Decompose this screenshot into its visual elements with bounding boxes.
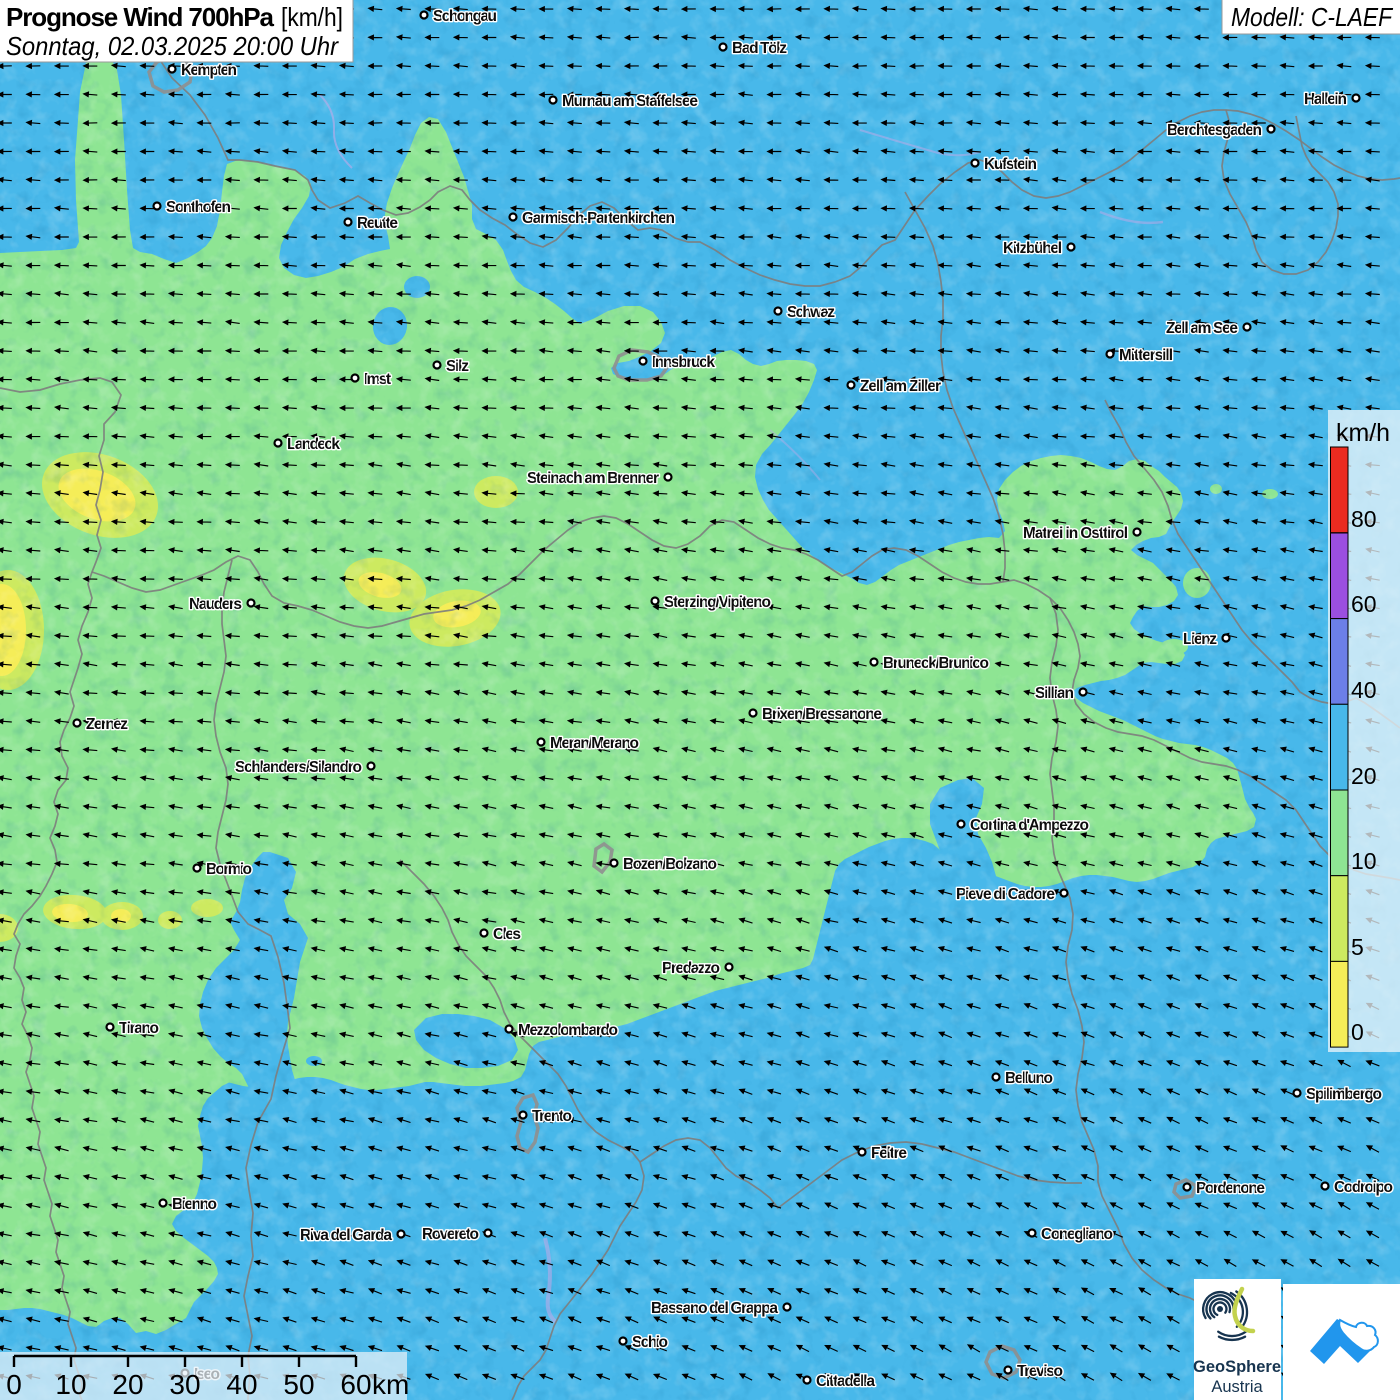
svg-text:km: km bbox=[372, 1369, 409, 1400]
svg-text:Schlanders/Silandro: Schlanders/Silandro bbox=[235, 759, 362, 776]
svg-text:[km/h]: [km/h] bbox=[281, 2, 343, 32]
svg-text:Cortina d'Ampezzo: Cortina d'Ampezzo bbox=[970, 817, 1089, 834]
svg-text:Prognose Wind 700hPa: Prognose Wind 700hPa bbox=[6, 2, 275, 32]
svg-text:Bassano del Grappa: Bassano del Grappa bbox=[651, 1300, 778, 1317]
svg-text:Murnau am Staffelsee: Murnau am Staffelsee bbox=[562, 93, 698, 110]
svg-text:Landeck: Landeck bbox=[287, 436, 340, 453]
svg-text:Reutte: Reutte bbox=[357, 215, 398, 232]
svg-text:30: 30 bbox=[169, 1369, 200, 1400]
svg-text:60: 60 bbox=[340, 1369, 371, 1400]
svg-text:Kitzbühel: Kitzbühel bbox=[1003, 240, 1062, 257]
svg-text:40: 40 bbox=[1351, 677, 1377, 703]
svg-text:10: 10 bbox=[1351, 848, 1377, 874]
svg-text:Bad Tölz: Bad Tölz bbox=[732, 40, 787, 57]
svg-text:Bruneck/Brunico: Bruneck/Brunico bbox=[883, 655, 989, 672]
svg-text:Garmisch-Partenkirchen: Garmisch-Partenkirchen bbox=[522, 210, 675, 227]
svg-text:km/h: km/h bbox=[1336, 419, 1390, 447]
svg-text:Silz: Silz bbox=[446, 358, 469, 375]
svg-text:Mittersill: Mittersill bbox=[1119, 347, 1173, 364]
svg-text:Spilimbergo: Spilimbergo bbox=[1306, 1086, 1382, 1103]
svg-text:Predazzo: Predazzo bbox=[662, 960, 720, 977]
svg-text:Cittadella: Cittadella bbox=[816, 1373, 875, 1390]
svg-text:0: 0 bbox=[1351, 1019, 1364, 1045]
svg-text:Bienno: Bienno bbox=[172, 1196, 217, 1213]
svg-text:Cles: Cles bbox=[493, 926, 521, 943]
svg-text:Rovereto: Rovereto bbox=[422, 1226, 479, 1243]
svg-text:Zernez: Zernez bbox=[86, 716, 128, 733]
svg-text:Sterzing/Vipiteno: Sterzing/Vipiteno bbox=[664, 594, 771, 611]
svg-text:Codroipo: Codroipo bbox=[1334, 1179, 1393, 1196]
svg-text:Schwaz: Schwaz bbox=[787, 304, 835, 321]
svg-text:Treviso: Treviso bbox=[1017, 1363, 1063, 1380]
svg-text:Kempten: Kempten bbox=[181, 62, 237, 79]
svg-text:Steinach am Brenner: Steinach am Brenner bbox=[527, 470, 659, 487]
svg-text:Meran/Merano: Meran/Merano bbox=[550, 735, 639, 752]
svg-text:Bozen/Bolzano: Bozen/Bolzano bbox=[623, 856, 717, 873]
svg-text:Feltre: Feltre bbox=[871, 1145, 907, 1162]
svg-text:Brixen/Bressanone: Brixen/Bressanone bbox=[762, 706, 882, 723]
svg-text:Lienz: Lienz bbox=[1183, 631, 1217, 648]
svg-text:Innsbruck: Innsbruck bbox=[652, 354, 715, 371]
svg-text:Belluno: Belluno bbox=[1005, 1070, 1053, 1087]
svg-text:80: 80 bbox=[1351, 506, 1377, 532]
svg-text:Zell am See: Zell am See bbox=[1166, 320, 1238, 337]
svg-text:Hallein: Hallein bbox=[1304, 91, 1347, 108]
svg-text:Schio: Schio bbox=[632, 1334, 668, 1351]
svg-text:Sonntag, 02.03.2025 20:00 Uhr: Sonntag, 02.03.2025 20:00 Uhr bbox=[6, 31, 339, 61]
svg-text:Matrei in Osttirol: Matrei in Osttirol bbox=[1023, 525, 1128, 542]
svg-text:Pordenone: Pordenone bbox=[1196, 1180, 1265, 1197]
svg-text:Imst: Imst bbox=[364, 371, 391, 388]
svg-text:Trento: Trento bbox=[532, 1108, 572, 1125]
svg-text:GeoSphere: GeoSphere bbox=[1193, 1358, 1281, 1376]
svg-text:Berchtesgaden: Berchtesgaden bbox=[1167, 122, 1262, 139]
svg-text:Nauders: Nauders bbox=[189, 596, 242, 613]
svg-text:10: 10 bbox=[55, 1369, 86, 1400]
svg-text:Riva del Garda: Riva del Garda bbox=[300, 1227, 392, 1244]
svg-text:Conegliano: Conegliano bbox=[1041, 1226, 1113, 1243]
svg-text:Schongau: Schongau bbox=[433, 8, 497, 25]
svg-text:Sonthofen: Sonthofen bbox=[166, 199, 231, 216]
svg-text:Sillian: Sillian bbox=[1035, 685, 1074, 702]
svg-text:40: 40 bbox=[226, 1369, 257, 1400]
svg-text:0: 0 bbox=[6, 1369, 22, 1400]
svg-text:Kufstein: Kufstein bbox=[984, 156, 1037, 173]
svg-text:Austria: Austria bbox=[1211, 1378, 1263, 1396]
svg-text:Mezzolombardo: Mezzolombardo bbox=[518, 1022, 618, 1039]
svg-text:5: 5 bbox=[1351, 934, 1364, 960]
svg-text:20: 20 bbox=[112, 1369, 143, 1400]
svg-text:Tirano: Tirano bbox=[119, 1020, 159, 1037]
svg-text:Bormio: Bormio bbox=[206, 861, 252, 878]
svg-text:60: 60 bbox=[1351, 591, 1377, 617]
svg-text:20: 20 bbox=[1351, 763, 1377, 789]
svg-text:Pieve di Cadore: Pieve di Cadore bbox=[956, 886, 1055, 903]
svg-text:Modell: C-LAEF: Modell: C-LAEF bbox=[1231, 2, 1394, 32]
svg-text:Zell am Ziller: Zell am Ziller bbox=[860, 378, 941, 395]
svg-text:50: 50 bbox=[283, 1369, 314, 1400]
